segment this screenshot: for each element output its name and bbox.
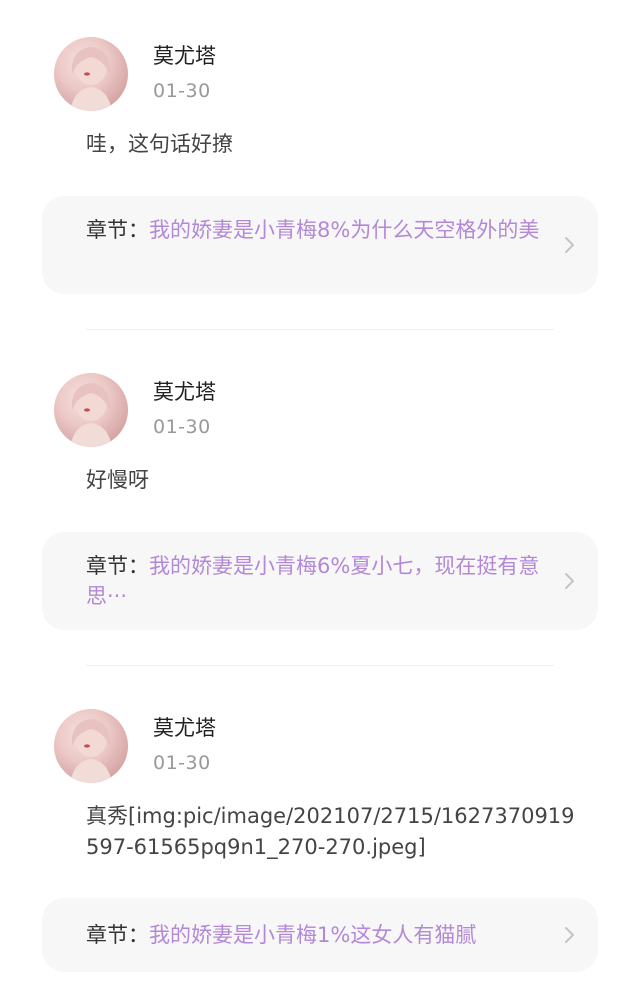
comment-date: 01-30: [153, 752, 211, 774]
comment-text: 哇，这句话好撩: [86, 132, 233, 156]
chapter-link-card[interactable]: 章节：我的娇妻是小青梅6%夏小七，现在挺有意思···: [42, 532, 598, 630]
chapter-label: 章节：: [86, 554, 149, 578]
chapter-title: 我的娇妻是小青梅6%夏小七，现在挺有意思···: [86, 554, 540, 608]
username[interactable]: 莫尤塔: [153, 42, 216, 70]
avatar[interactable]: [54, 37, 128, 111]
username[interactable]: 莫尤塔: [153, 714, 216, 742]
comment-text: 真秀[img:pic/image/202107/2715/16273709195…: [86, 804, 575, 859]
chapter-label: 章节：: [86, 218, 149, 242]
chapter-title: 我的娇妻是小青梅1%这女人有猫腻: [149, 923, 477, 947]
chapter-link-text: 章节：我的娇妻是小青梅6%夏小七，现在挺有意思···: [86, 551, 556, 611]
divider: [86, 329, 554, 330]
avatar-image: [70, 383, 112, 447]
comment-list-page: { "comments": [ { "username": "莫尤塔", "da…: [0, 0, 640, 1003]
username[interactable]: 莫尤塔: [153, 378, 216, 406]
chapter-link-text: 章节：我的娇妻是小青梅1%这女人有猫腻: [86, 920, 556, 950]
comment-date: 01-30: [153, 416, 211, 438]
avatar-image: [70, 47, 112, 111]
avatar[interactable]: [54, 709, 128, 783]
comment-text: 好慢呀: [86, 468, 149, 492]
chapter-link-text: 章节：我的娇妻是小青梅8%为什么天空格外的美: [86, 215, 556, 245]
chapter-link-card[interactable]: 章节：我的娇妻是小青梅1%这女人有猫腻: [42, 898, 598, 972]
comment-date: 01-30: [153, 80, 211, 102]
chevron-right-icon: [565, 573, 574, 589]
avatar[interactable]: [54, 373, 128, 447]
chapter-link-card[interactable]: 章节：我的娇妻是小青梅8%为什么天空格外的美: [42, 196, 598, 294]
divider: [86, 665, 554, 666]
chevron-right-icon: [565, 927, 574, 943]
avatar-image: [70, 719, 112, 783]
chapter-title: 我的娇妻是小青梅8%为什么天空格外的美: [149, 218, 540, 242]
chapter-label: 章节：: [86, 923, 149, 947]
chevron-right-icon: [565, 237, 574, 253]
